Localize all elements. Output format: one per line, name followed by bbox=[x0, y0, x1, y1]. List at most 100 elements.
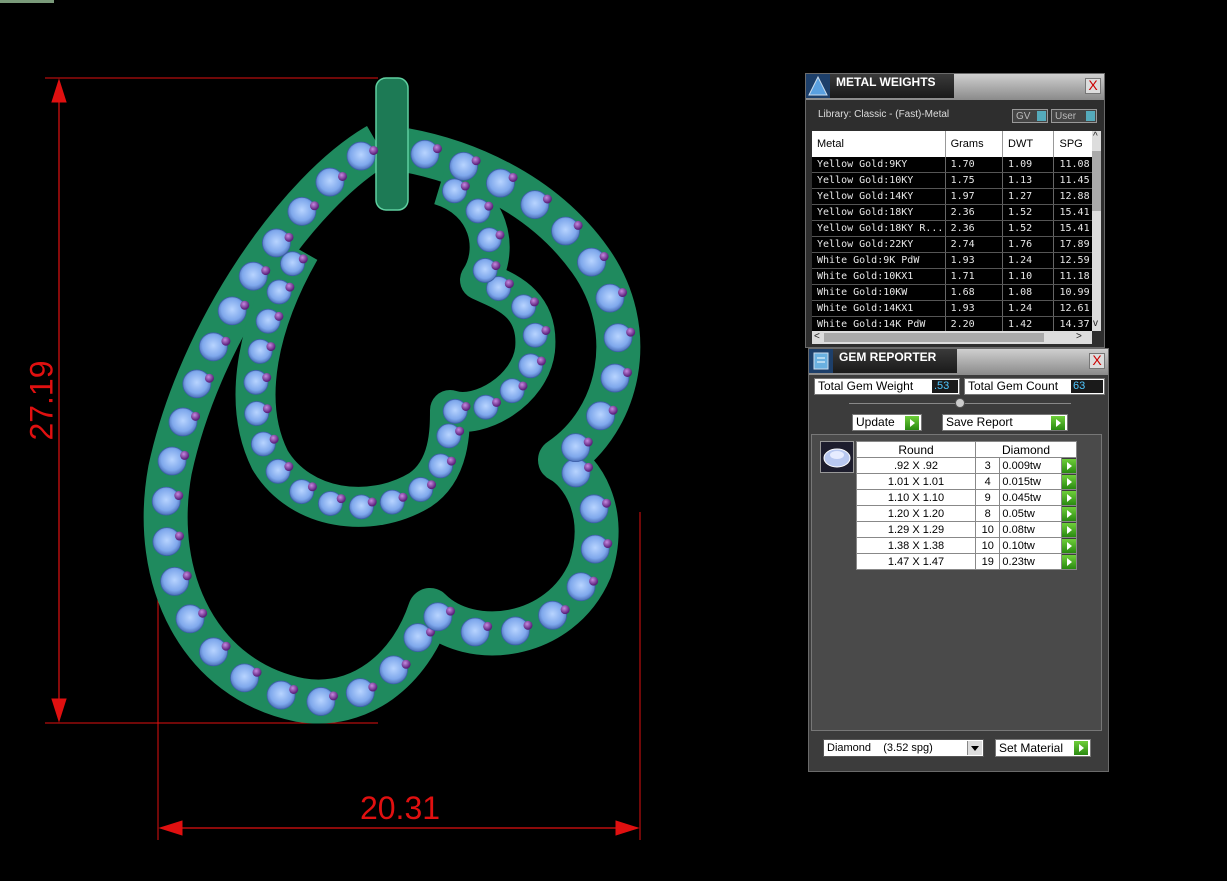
column-header-dwt[interactable]: DWT bbox=[1002, 131, 1055, 157]
prong bbox=[269, 434, 279, 444]
gem-row-button[interactable] bbox=[1061, 473, 1077, 490]
scroll-right-icon[interactable]: > bbox=[1076, 332, 1082, 342]
metal-cell-dwt: 1.24 bbox=[1002, 252, 1055, 269]
prong bbox=[495, 230, 505, 240]
vertical-scroll-thumb[interactable] bbox=[1092, 151, 1101, 211]
gem-row-button[interactable] bbox=[1061, 537, 1077, 554]
gem-row[interactable]: 1.01 X 1.01 4 0.015tw bbox=[856, 473, 1077, 490]
column-header-metal[interactable]: Metal bbox=[812, 131, 946, 157]
play-arrow-icon bbox=[905, 416, 919, 430]
close-icon[interactable]: X bbox=[1089, 353, 1105, 369]
set-material-button[interactable]: Set Material bbox=[995, 739, 1091, 757]
total-gem-weight: Total Gem Weight .53 bbox=[814, 378, 960, 395]
prong bbox=[174, 491, 184, 501]
metal-cell-spg: 10.99 bbox=[1053, 284, 1092, 301]
gem-row-button[interactable] bbox=[1061, 457, 1077, 474]
column-header-spg[interactable]: SPG bbox=[1053, 131, 1092, 157]
horizontal-scroll-thumb[interactable] bbox=[824, 333, 1044, 342]
horizontal-scrollbar[interactable]: < > bbox=[812, 331, 1092, 344]
metal-cell-spg: 15.41 bbox=[1053, 204, 1092, 221]
metal-cell-spg: 11.18 bbox=[1053, 268, 1092, 285]
prong bbox=[599, 252, 609, 262]
metal-row[interactable]: Yellow Gold:14KY 1.97 1.27 12.88 bbox=[812, 188, 1092, 205]
metal-cell-metal: White Gold:14K PdW bbox=[812, 316, 946, 331]
prong bbox=[182, 571, 192, 581]
gem-row[interactable]: 1.10 X 1.10 9 0.045tw bbox=[856, 489, 1077, 506]
gem-stone bbox=[577, 247, 606, 277]
metal-cell-grams: 1.70 bbox=[945, 157, 1004, 173]
metal-row[interactable]: Yellow Gold:18KY R... 2.36 1.52 15.41 bbox=[812, 220, 1092, 237]
save-report-button[interactable]: Save Report bbox=[942, 414, 1068, 431]
gem-row-button[interactable] bbox=[1061, 521, 1077, 538]
play-arrow-icon bbox=[1062, 458, 1076, 473]
slider-handle[interactable] bbox=[955, 398, 965, 408]
metal-row[interactable]: Yellow Gold:22KY 2.74 1.76 17.89 bbox=[812, 236, 1092, 253]
prong bbox=[529, 297, 539, 307]
material-select[interactable]: Diamond (3.52 spg) bbox=[823, 739, 984, 757]
prong bbox=[602, 498, 612, 508]
gem-stone bbox=[449, 151, 478, 181]
gem-stone bbox=[423, 602, 453, 632]
gem-row-button[interactable] bbox=[1061, 489, 1077, 506]
metal-row[interactable]: White Gold:9K PdW 1.93 1.24 12.59 bbox=[812, 252, 1092, 269]
gem-row-button[interactable] bbox=[1061, 553, 1077, 570]
gem-cell-count: 19 bbox=[974, 553, 1001, 570]
prong bbox=[368, 682, 378, 692]
vertical-scrollbar[interactable]: ^ v bbox=[1092, 131, 1101, 331]
gem-row[interactable]: .92 X .92 3 0.009tw bbox=[856, 457, 1077, 474]
metal-cell-metal: Yellow Gold:10KY bbox=[812, 172, 946, 189]
update-button[interactable]: Update bbox=[852, 414, 922, 431]
gem-row[interactable]: 1.20 X 1.20 8 0.05tw bbox=[856, 505, 1077, 522]
scroll-left-icon[interactable]: < bbox=[814, 332, 820, 342]
metal-cell-grams: 2.36 bbox=[945, 204, 1004, 221]
metal-weights-titlebar[interactable]: METAL WEIGHTS X bbox=[806, 74, 1104, 100]
scroll-down-icon[interactable]: v bbox=[1093, 319, 1098, 329]
gem-stone bbox=[160, 566, 190, 596]
metal-row[interactable]: Yellow Gold:9KY 1.70 1.09 11.08 bbox=[812, 157, 1092, 173]
prong bbox=[536, 356, 546, 366]
metal-row[interactable]: White Gold:14KX1 1.93 1.24 12.61 bbox=[812, 300, 1092, 317]
metal-cell-dwt: 1.52 bbox=[1002, 204, 1055, 221]
metal-row[interactable]: Yellow Gold:18KY 2.36 1.52 15.41 bbox=[812, 204, 1092, 221]
metal-row[interactable]: White Gold:10KX1 1.71 1.10 11.18 bbox=[812, 268, 1092, 285]
prong bbox=[328, 691, 338, 701]
pendant-model[interactable] bbox=[143, 77, 641, 724]
chevron-down-icon[interactable] bbox=[967, 741, 982, 755]
prong bbox=[261, 266, 271, 276]
metal-cell-grams: 2.36 bbox=[945, 220, 1004, 237]
gem-cell-size: 1.38 X 1.38 bbox=[856, 537, 976, 554]
metal-row[interactable]: Yellow Gold:10KY 1.75 1.13 11.45 bbox=[812, 172, 1092, 189]
height-dimension-label: 27.19 bbox=[23, 360, 60, 441]
gem-stone bbox=[198, 332, 228, 362]
user-toggle[interactable]: User bbox=[1051, 109, 1097, 123]
gv-toggle[interactable]: GV bbox=[1012, 109, 1048, 123]
gem-cell-size: 1.47 X 1.47 bbox=[856, 553, 976, 570]
gem-cell-size: 1.20 X 1.20 bbox=[856, 505, 976, 522]
scroll-up-icon[interactable]: ^ bbox=[1093, 132, 1098, 142]
gem-stone bbox=[500, 616, 530, 646]
metal-cell-metal: White Gold:14KX1 bbox=[812, 300, 946, 317]
prong bbox=[309, 201, 319, 211]
gem-row-button[interactable] bbox=[1061, 505, 1077, 522]
column-header-grams[interactable]: Grams bbox=[945, 131, 1004, 157]
gem-stone bbox=[230, 663, 259, 693]
gem-row[interactable]: 1.47 X 1.47 19 0.23tw bbox=[856, 553, 1077, 570]
metal-row[interactable]: White Gold:10KW 1.68 1.08 10.99 bbox=[812, 284, 1092, 301]
gem-row[interactable]: 1.29 X 1.29 10 0.08tw bbox=[856, 521, 1077, 538]
close-icon[interactable]: X bbox=[1085, 78, 1101, 94]
gem-stone bbox=[306, 687, 336, 716]
metal-row[interactable]: White Gold:14K PdW 2.20 1.42 14.37 bbox=[812, 316, 1092, 331]
prong bbox=[284, 462, 294, 472]
column-header-material: Diamond bbox=[975, 441, 1077, 458]
gem-cell-weight: 0.23tw bbox=[999, 553, 1062, 570]
gem-reporter-icon bbox=[809, 349, 833, 373]
library-label: Library: Classic - (Fast)-Metal bbox=[818, 109, 950, 120]
round-diamond-icon[interactable] bbox=[820, 441, 854, 473]
gem-row[interactable]: 1.38 X 1.38 10 0.10tw bbox=[856, 537, 1077, 554]
gem-reporter-titlebar[interactable]: GEM REPORTER X bbox=[809, 349, 1108, 375]
metal-table: Metal Grams DWT SPG Yellow Gold:9KY 1.70 1… bbox=[812, 131, 1092, 331]
metal-cell-grams: 2.74 bbox=[945, 236, 1004, 253]
metal-table-container[interactable]: Metal Grams DWT SPG Yellow Gold:9KY 1.70 1… bbox=[812, 131, 1092, 331]
metal-cell-dwt: 1.24 bbox=[1002, 300, 1055, 317]
gem-cell-count: 9 bbox=[974, 489, 1001, 506]
